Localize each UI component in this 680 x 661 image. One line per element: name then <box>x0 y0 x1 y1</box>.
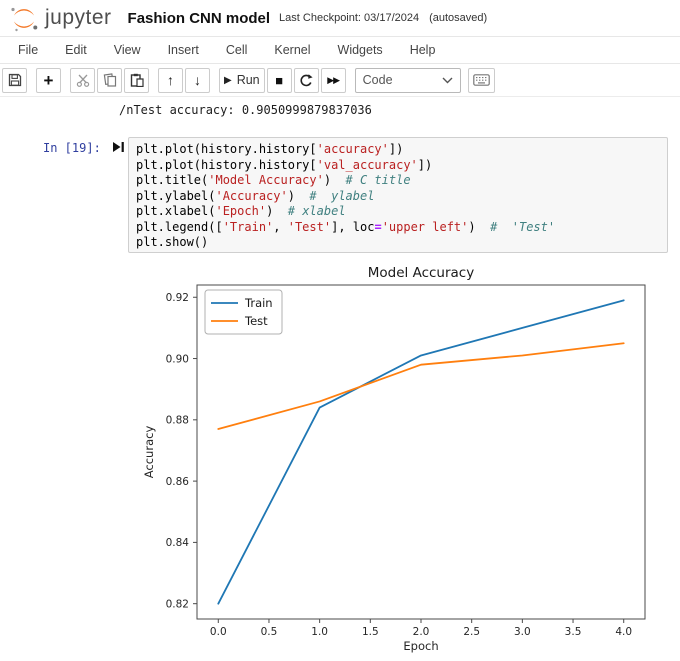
svg-text:Train: Train <box>244 296 273 310</box>
add-cell-button[interactable]: + <box>36 67 61 93</box>
svg-text:0.0: 0.0 <box>210 626 227 638</box>
menu-item-widgets[interactable]: Widgets <box>338 43 383 57</box>
restart-kernel-button[interactable] <box>293 67 319 93</box>
svg-text:1.5: 1.5 <box>362 626 379 638</box>
code-line: plt.xlabel('Epoch') # xlabel <box>136 204 346 218</box>
code-line: plt.plot(history.history['val_accuracy']… <box>136 157 433 172</box>
svg-text:0.82: 0.82 <box>166 598 189 610</box>
run-label: Run <box>236 73 260 87</box>
menu-item-help[interactable]: Help <box>410 43 436 57</box>
move-cell-down-button[interactable]: ↓ <box>185 67 210 93</box>
plus-icon: + <box>43 70 54 90</box>
menubar: File Edit View Insert Cell Kernel Widgets Help <box>0 37 680 64</box>
svg-text:2.5: 2.5 <box>463 626 480 638</box>
svg-text:4.0: 4.0 <box>615 626 632 638</box>
cell-type-value: Code <box>362 73 393 87</box>
notebook-title[interactable]: Fashion CNN model <box>128 10 271 27</box>
svg-text:Model Accuracy: Model Accuracy <box>368 265 474 281</box>
keyboard-icon <box>472 74 490 86</box>
cell-type-select[interactable]: Code <box>354 67 461 93</box>
input-prompt: In [19]: <box>43 141 101 155</box>
cell-output-text: /nTest accuracy: 0.9050999879837036 <box>119 103 372 117</box>
svg-text:0.88: 0.88 <box>166 415 189 427</box>
refresh-icon <box>300 74 313 87</box>
run-button[interactable]: ▶ Run <box>219 67 265 93</box>
code-line: plt.legend(['Train', 'Test'], loc='upper… <box>136 219 556 234</box>
jupyter-logo-text[interactable]: jupyter <box>45 6 112 30</box>
run-cell-marker-icon[interactable] <box>113 141 125 153</box>
code-line: plt.ylabel('Accuracy') # ylabel <box>136 188 375 203</box>
arrow-up-icon: ↑ <box>167 72 174 88</box>
svg-text:Test: Test <box>244 314 268 328</box>
toolbar: + ↑ ↓ ▶ Run ■ ▶▶ Code <box>0 64 680 97</box>
svg-text:Epoch: Epoch <box>403 639 438 653</box>
jupyter-logo-icon[interactable] <box>9 4 39 33</box>
chevron-down-icon <box>442 77 453 83</box>
cut-cell-button[interactable] <box>70 67 95 93</box>
notebook-header: jupyter Fashion CNN model Last Checkpoin… <box>0 0 680 37</box>
jupyter-notebook-app: jupyter Fashion CNN model Last Checkpoin… <box>0 0 680 661</box>
stop-icon: ■ <box>275 72 284 88</box>
interrupt-kernel-button[interactable]: ■ <box>266 67 292 93</box>
svg-text:0.84: 0.84 <box>166 537 190 549</box>
svg-text:Accuracy: Accuracy <box>142 426 156 479</box>
copy-icon <box>103 73 116 87</box>
menu-item-file[interactable]: File <box>18 43 38 57</box>
svg-text:3.0: 3.0 <box>514 626 531 638</box>
autosave-status: (autosaved) <box>429 12 488 24</box>
svg-text:0.92: 0.92 <box>166 292 189 304</box>
svg-text:1.0: 1.0 <box>311 626 328 638</box>
menu-item-kernel[interactable]: Kernel <box>274 43 310 57</box>
svg-text:0.90: 0.90 <box>166 353 189 365</box>
svg-text:2.0: 2.0 <box>413 626 430 638</box>
copy-cell-button[interactable] <box>97 67 122 93</box>
code-line: plt.title('Model Accuracy') # C title <box>136 173 411 187</box>
menu-item-edit[interactable]: Edit <box>65 43 87 57</box>
menu-item-insert[interactable]: Insert <box>168 43 199 57</box>
svg-text:0.5: 0.5 <box>261 626 278 638</box>
restart-run-all-button[interactable]: ▶▶ <box>320 67 346 93</box>
menu-item-cell[interactable]: Cell <box>226 43 248 57</box>
paste-icon <box>130 73 144 87</box>
accuracy-chart: Model Accuracy Epoch Accuracy 0.0 0.5 1.0 1.5 2… <box>142 265 646 653</box>
code-line: plt.show() <box>136 235 209 249</box>
matplotlib-figure: Model Accuracy Epoch Accuracy 0.0 0.5 1.0 1.5 2… <box>140 262 680 661</box>
checkpoint-text: Last Checkpoint: 03/17/2024 <box>279 12 420 24</box>
scissors-icon <box>76 74 89 87</box>
command-palette-button[interactable] <box>467 67 495 93</box>
play-icon: ▶ <box>224 74 232 86</box>
svg-text:3.5: 3.5 <box>565 626 582 638</box>
menu-item-view[interactable]: View <box>114 43 141 57</box>
paste-cell-button[interactable] <box>124 67 149 93</box>
save-icon <box>8 73 21 87</box>
code-line: plt.plot(history.history['accuracy']) <box>136 142 404 156</box>
code-cell-editor[interactable]: plt.plot(history.history['accuracy']) plt… <box>128 137 668 253</box>
svg-text:0.86: 0.86 <box>166 476 190 488</box>
fast-forward-icon: ▶▶ <box>327 74 340 85</box>
save-button[interactable] <box>2 67 27 93</box>
move-cell-up-button[interactable]: ↑ <box>158 67 183 93</box>
arrow-down-icon: ↓ <box>194 72 201 88</box>
